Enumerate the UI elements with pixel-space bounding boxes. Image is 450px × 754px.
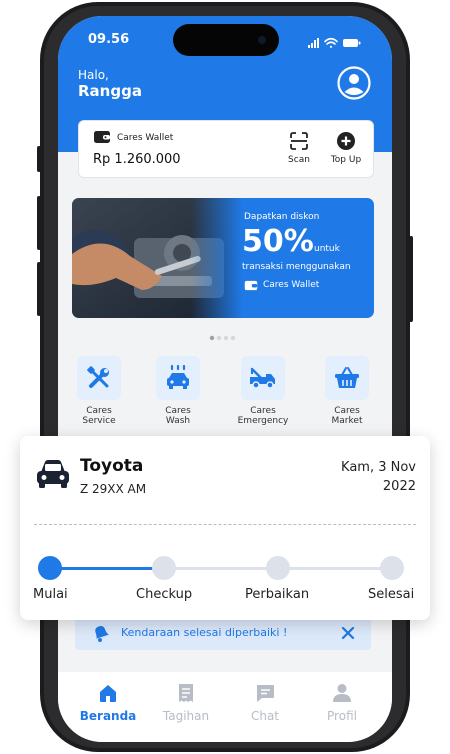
service-cares-wash[interactable]: Cares Wash xyxy=(138,356,218,426)
step-dot-perbaikan xyxy=(266,556,290,580)
service-cares-emergency[interactable]: Cares Emergency xyxy=(223,356,303,426)
home-icon xyxy=(100,685,116,702)
user-circle-icon xyxy=(337,66,371,100)
service-label-line1: Cares xyxy=(334,406,360,416)
service-label-line1: Cares xyxy=(250,406,276,416)
banner-line-2: transaksi menggunakan xyxy=(242,262,351,272)
step-label-selesai: Selesai xyxy=(368,587,415,602)
nav-profil[interactable]: Profil xyxy=(302,682,382,723)
nav-tagihan[interactable]: Tagihan xyxy=(146,682,226,723)
vehicle-plate: Z 29XX AM xyxy=(80,482,147,496)
profile-avatar-button[interactable] xyxy=(337,66,371,100)
topup-label: Top Up xyxy=(330,155,362,165)
tow-truck-icon xyxy=(250,367,275,389)
nav-beranda[interactable]: Beranda xyxy=(68,682,148,723)
chat-icon xyxy=(257,685,274,702)
step-dot-mulai xyxy=(38,556,62,580)
tools-icon xyxy=(87,366,109,388)
status-icons xyxy=(308,34,362,53)
carousel-indicator xyxy=(209,326,239,345)
wallet-balance: Rp 1.260.000 xyxy=(93,152,181,167)
service-label-line1: Cares xyxy=(86,406,112,416)
notification-banner: Kendaraan selesai diperbaiki ! xyxy=(75,616,371,650)
step-label-mulai: Mulai xyxy=(33,587,68,602)
service-date-year: 2022 xyxy=(382,479,416,494)
service-label-line2: Emergency xyxy=(237,416,289,426)
step-label-checkup: Checkup xyxy=(136,587,193,602)
app-screen: 09.56 Halo, Rangga Cares Wallet Rp 1.260… xyxy=(58,16,392,742)
nav-label: Beranda xyxy=(79,709,137,723)
wallet-card: Cares Wallet Rp 1.260.000 Scan Top Up xyxy=(78,120,374,178)
greeting-text: Halo, xyxy=(78,68,109,82)
mechanic-engine-image xyxy=(72,198,242,318)
wallet-title: Cares Wallet xyxy=(117,133,174,143)
nav-label: Chat xyxy=(250,709,280,723)
banner-line-1: Dapatkan diskon xyxy=(244,212,320,222)
basket-icon xyxy=(335,367,359,388)
service-cares-market[interactable]: Cares Market xyxy=(307,356,387,426)
front-camera xyxy=(258,36,266,44)
banner-wallet-label: Cares Wallet xyxy=(263,280,320,290)
step-label-perbaikan: Perbaikan xyxy=(245,587,310,602)
promo-banner[interactable]: Dapatkan diskon 50% untuk transaksi meng… xyxy=(72,198,374,318)
user-name: Rangga xyxy=(78,82,142,100)
signal-icon xyxy=(308,38,319,48)
service-date-day: Kam, 3 Nov xyxy=(341,460,416,475)
service-label-line1: Cares xyxy=(165,406,191,416)
scan-icon xyxy=(290,132,308,150)
step-dot-selesai xyxy=(380,556,404,580)
scan-button[interactable]: Scan xyxy=(279,131,319,165)
service-label-line2: Wash xyxy=(165,416,191,426)
service-label-line2: Market xyxy=(331,416,363,426)
bottom-navigation: Beranda Tagihan Chat Profil xyxy=(58,672,392,742)
vehicle-name: Toyota xyxy=(80,456,144,476)
banner-discount: 50% xyxy=(242,224,314,259)
plus-circle-icon xyxy=(337,132,355,150)
wifi-icon xyxy=(324,37,338,48)
notification-text: Kendaraan selesai diperbaiki ! xyxy=(121,626,288,639)
scan-label: Scan xyxy=(288,155,310,165)
service-label-line2: Service xyxy=(82,416,116,426)
service-cares-service[interactable]: Cares Service xyxy=(59,356,139,426)
battery-icon xyxy=(343,39,361,47)
service-date: Kam, 3 Nov 2022 xyxy=(296,458,416,496)
order-progress-card[interactable]: Toyota Z 29XX AM Kam, 3 Nov 2022 Mulai C… xyxy=(20,436,430,620)
banner-small: untuk xyxy=(314,244,340,254)
bell-icon xyxy=(95,625,109,642)
close-icon[interactable] xyxy=(341,626,355,640)
dynamic-island xyxy=(173,24,279,56)
status-time: 09.56 xyxy=(88,32,130,47)
nav-label: Profil xyxy=(327,709,357,723)
car-icon xyxy=(37,460,69,488)
receipt-icon xyxy=(179,684,193,702)
wallet-icon xyxy=(94,131,110,143)
divider xyxy=(34,524,416,525)
progress-fill xyxy=(50,567,164,570)
nav-chat[interactable]: Chat xyxy=(225,682,305,723)
profile-icon xyxy=(333,684,351,702)
step-dot-checkup xyxy=(152,556,176,580)
car-wash-icon xyxy=(167,364,189,389)
nav-label: Tagihan xyxy=(162,709,210,723)
wallet-icon xyxy=(244,280,258,291)
topup-button[interactable]: Top Up xyxy=(323,131,369,165)
